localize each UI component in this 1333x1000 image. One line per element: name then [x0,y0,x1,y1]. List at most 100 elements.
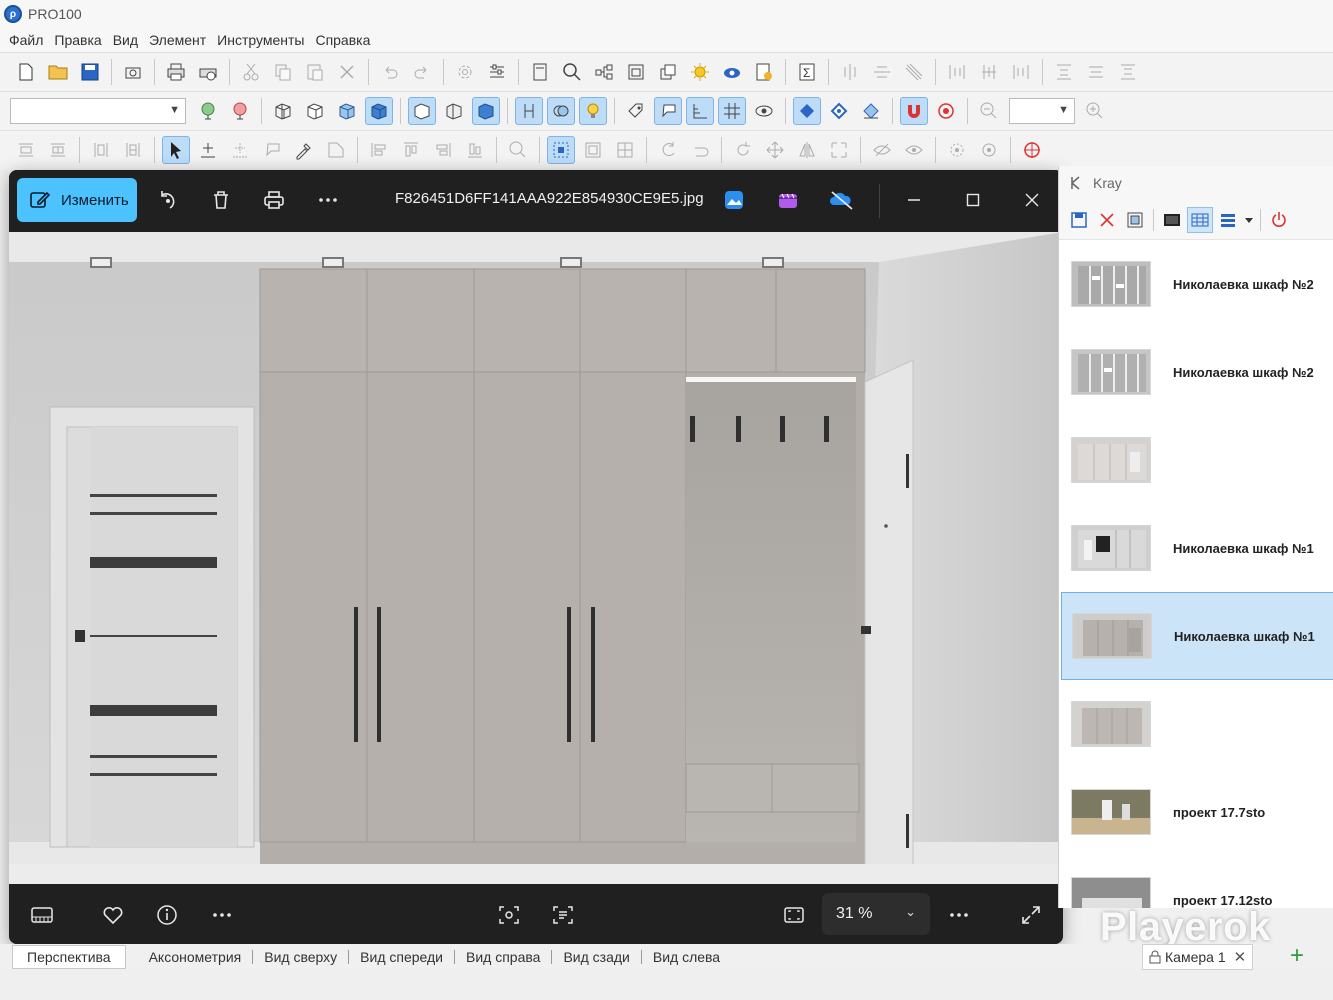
zoom-out-icon[interactable] [975,97,1003,125]
structure-icon[interactable] [590,58,618,86]
onedrive-off-icon[interactable] [826,184,858,216]
material-select[interactable]: ▼ [10,98,186,124]
kray-power-icon[interactable] [1266,207,1292,233]
align-left-icon[interactable] [365,136,393,164]
box-outline-icon[interactable] [408,97,436,125]
tag-icon[interactable] [622,97,650,125]
list-item[interactable] [1061,680,1333,768]
tab-camera[interactable]: Камера 1 ✕ [1142,944,1254,970]
visual-search-icon[interactable] [494,900,524,930]
resize-icon[interactable] [825,136,853,164]
list-item[interactable] [1061,416,1333,504]
new-file-icon[interactable] [12,58,40,86]
list-item[interactable]: Николаевка шкаф №2 [1061,328,1333,416]
dimension-lines-icon[interactable] [515,97,543,125]
info-icon[interactable] [152,900,182,930]
hide-icon[interactable] [868,136,896,164]
menu-help[interactable]: Справка [312,32,378,48]
frame-icon[interactable] [579,136,607,164]
zoom-selection-icon[interactable] [504,136,532,164]
minimize-icon[interactable] [898,184,930,216]
align-diagonal-icon[interactable] [900,58,928,86]
menu-element[interactable]: Элемент [146,32,214,48]
grid-icon[interactable] [718,97,746,125]
insert-point-2-icon[interactable] [226,136,254,164]
selection-box-icon[interactable] [547,136,575,164]
menu-file[interactable]: Файл [6,32,51,48]
show-icon[interactable] [900,136,928,164]
wireframe-view-icon[interactable] [269,97,297,125]
list-item[interactable]: Николаевка шкаф №1 [1061,504,1333,592]
add-camera-icon[interactable]: + [1290,944,1312,970]
box-solid-icon[interactable] [472,97,500,125]
insert-point-icon[interactable] [194,136,222,164]
zoom-level-dropdown[interactable]: 31 % ⌄ [822,893,930,935]
cut-icon[interactable] [237,58,265,86]
snap-face-icon[interactable] [857,97,885,125]
tab-back-view[interactable]: Вид сзади [552,950,642,964]
list-item[interactable]: Николаевка шкаф №2 [1061,240,1333,328]
properties-icon[interactable] [483,58,511,86]
distribute-bottom-icon[interactable] [1114,58,1142,86]
stack-horizontal-icon[interactable] [87,136,115,164]
light-icon[interactable] [686,58,714,86]
frame-group-icon[interactable] [611,136,639,164]
more-view-options-icon[interactable] [944,900,974,930]
select-arrow-icon[interactable] [162,136,190,164]
box-edges-icon[interactable] [440,97,468,125]
align-right-icon[interactable] [429,136,457,164]
tab-top-view[interactable]: Вид сверху [253,950,350,964]
edit-button[interactable]: Изменить [17,178,137,222]
filmstrip-icon[interactable] [27,900,57,930]
snap-edge-icon[interactable] [825,97,853,125]
gear-icon[interactable] [451,58,479,86]
distribute-left-icon[interactable] [943,58,971,86]
shape-tool-icon[interactable] [322,136,350,164]
report-icon[interactable] [750,58,778,86]
more-icon[interactable] [207,900,237,930]
rotate-image-icon[interactable] [151,184,183,216]
favorite-heart-icon[interactable] [98,900,128,930]
distribute-right-icon[interactable] [1007,58,1035,86]
photos-app-icon[interactable] [718,184,750,216]
stack-vertical-icon[interactable] [12,136,40,164]
close-tab-icon[interactable]: ✕ [1234,948,1247,966]
visibility-icon[interactable] [943,136,971,164]
stack-vertical-2-icon[interactable] [44,136,72,164]
paste-icon[interactable] [301,58,329,86]
fullscreen-icon[interactable] [1016,900,1046,930]
kray-preview-icon[interactable] [1159,207,1185,233]
distribute-center-icon[interactable] [975,58,1003,86]
copy-object-icon[interactable] [654,58,682,86]
group-icon[interactable] [622,58,650,86]
more-options-icon[interactable] [312,184,344,216]
list-item-selected[interactable]: Николаевка шкаф №1 [1061,592,1333,680]
kray-delete-icon[interactable] [1094,207,1120,233]
label-tool-icon[interactable] [258,136,286,164]
zoom-out-object-icon[interactable] [226,97,254,125]
print-preview-icon[interactable] [194,58,222,86]
crosshair-icon[interactable] [1018,136,1046,164]
sum-icon[interactable]: Σ [793,58,821,86]
list-item[interactable]: проект 17.12sto [1061,856,1333,908]
tab-right-view[interactable]: Вид справа [455,950,553,964]
open-folder-icon[interactable] [44,58,72,86]
align-bottom-icon[interactable] [461,136,489,164]
list-item[interactable]: проект 17.7sto [1061,768,1333,856]
tab-left-view[interactable]: Вид слева [642,950,731,964]
clipchamp-icon[interactable] [772,184,804,216]
align-center-v-icon[interactable] [836,58,864,86]
trash-icon[interactable] [205,184,237,216]
catalog-icon[interactable] [526,58,554,86]
visibility-all-icon[interactable] [975,136,1003,164]
print-image-icon[interactable] [258,184,290,216]
eye-icon[interactable] [750,97,778,125]
rotate-left-icon[interactable] [654,136,682,164]
copy-icon[interactable] [269,58,297,86]
distribute-top-icon[interactable] [1050,58,1078,86]
settings-print-icon[interactable] [119,58,147,86]
align-center-h-icon[interactable] [868,58,896,86]
search-icon[interactable] [558,58,586,86]
delete-icon[interactable] [333,58,361,86]
mirror-icon[interactable] [793,136,821,164]
